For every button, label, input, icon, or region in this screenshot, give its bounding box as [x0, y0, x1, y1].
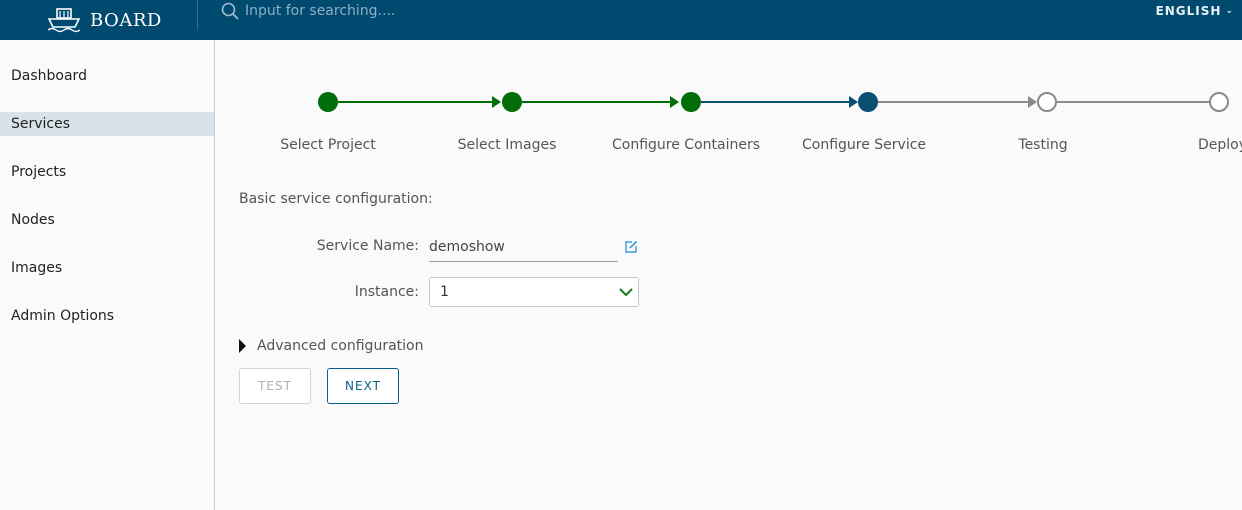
- step-dot-deploy: [1209, 92, 1229, 112]
- arrow-right-icon: [1028, 96, 1037, 108]
- arrow-right-icon: [849, 96, 858, 108]
- step-connector: [1057, 101, 1209, 103]
- step-connector: [522, 101, 674, 103]
- header-divider: [197, 0, 198, 30]
- step-dot-configure-containers[interactable]: [681, 92, 701, 112]
- instance-value: 1: [440, 284, 449, 300]
- step-connector: [701, 101, 853, 103]
- sidebar: Dashboard Services Projects Nodes Images…: [0, 40, 215, 510]
- step-dot-select-images[interactable]: [502, 92, 522, 112]
- step-label-select-images: Select Images: [457, 137, 557, 153]
- language-label: ENGLISH: [1155, 4, 1222, 18]
- step-label-deploy: Deploy: [1198, 137, 1242, 153]
- step-label-testing: Testing: [1018, 137, 1068, 153]
- sidebar-item-dashboard[interactable]: Dashboard: [0, 64, 214, 88]
- chevron-down-icon: [619, 288, 633, 297]
- step-dot-testing: [1037, 92, 1057, 112]
- sidebar-item-admin-options[interactable]: Admin Options: [0, 304, 214, 328]
- test-button[interactable]: TEST: [239, 368, 311, 404]
- language-selector[interactable]: ENGLISH ⌄: [1156, 0, 1234, 22]
- caret-right-icon: [239, 339, 246, 353]
- next-button[interactable]: NEXT: [327, 368, 399, 404]
- brand-name: BOARD: [90, 9, 162, 31]
- step-connector: [878, 101, 1032, 103]
- step-dot-configure-service[interactable]: [858, 92, 878, 112]
- sidebar-item-projects[interactable]: Projects: [0, 160, 214, 184]
- section-title: Basic service configuration:: [239, 191, 433, 207]
- search-input[interactable]: Input for searching....: [245, 3, 395, 19]
- step-label-configure-containers: Configure Containers: [611, 137, 761, 153]
- edit-icon[interactable]: [624, 240, 638, 254]
- arrow-right-icon: [670, 96, 679, 108]
- sidebar-item-nodes[interactable]: Nodes: [0, 208, 214, 232]
- sidebar-item-services[interactable]: Services: [0, 112, 214, 136]
- search-box[interactable]: Input for searching....: [221, 0, 395, 22]
- service-name-field[interactable]: demoshow: [429, 237, 618, 262]
- arrow-right-icon: [492, 96, 501, 108]
- service-name-value: demoshow: [429, 239, 505, 255]
- search-icon: [221, 2, 239, 20]
- advanced-configuration-label: Advanced configuration: [257, 338, 424, 354]
- ship-logo-icon: [47, 8, 81, 33]
- instance-label: Instance:: [354, 284, 419, 300]
- step-label-configure-service: Configure Service: [801, 137, 927, 153]
- advanced-configuration-toggle[interactable]: Advanced configuration: [239, 338, 423, 354]
- instance-select[interactable]: 1: [429, 277, 639, 307]
- step-dot-select-project[interactable]: [318, 92, 338, 112]
- service-name-label: Service Name:: [316, 238, 419, 254]
- sidebar-item-images[interactable]: Images: [0, 256, 214, 280]
- chevron-down-icon: ⌄: [1225, 6, 1234, 16]
- top-header: BOARD Input for searching.... ENGLISH ⌄: [0, 0, 1242, 40]
- step-connector: [338, 101, 496, 103]
- brand[interactable]: BOARD: [46, 0, 162, 40]
- step-label-select-project: Select Project: [280, 137, 376, 153]
